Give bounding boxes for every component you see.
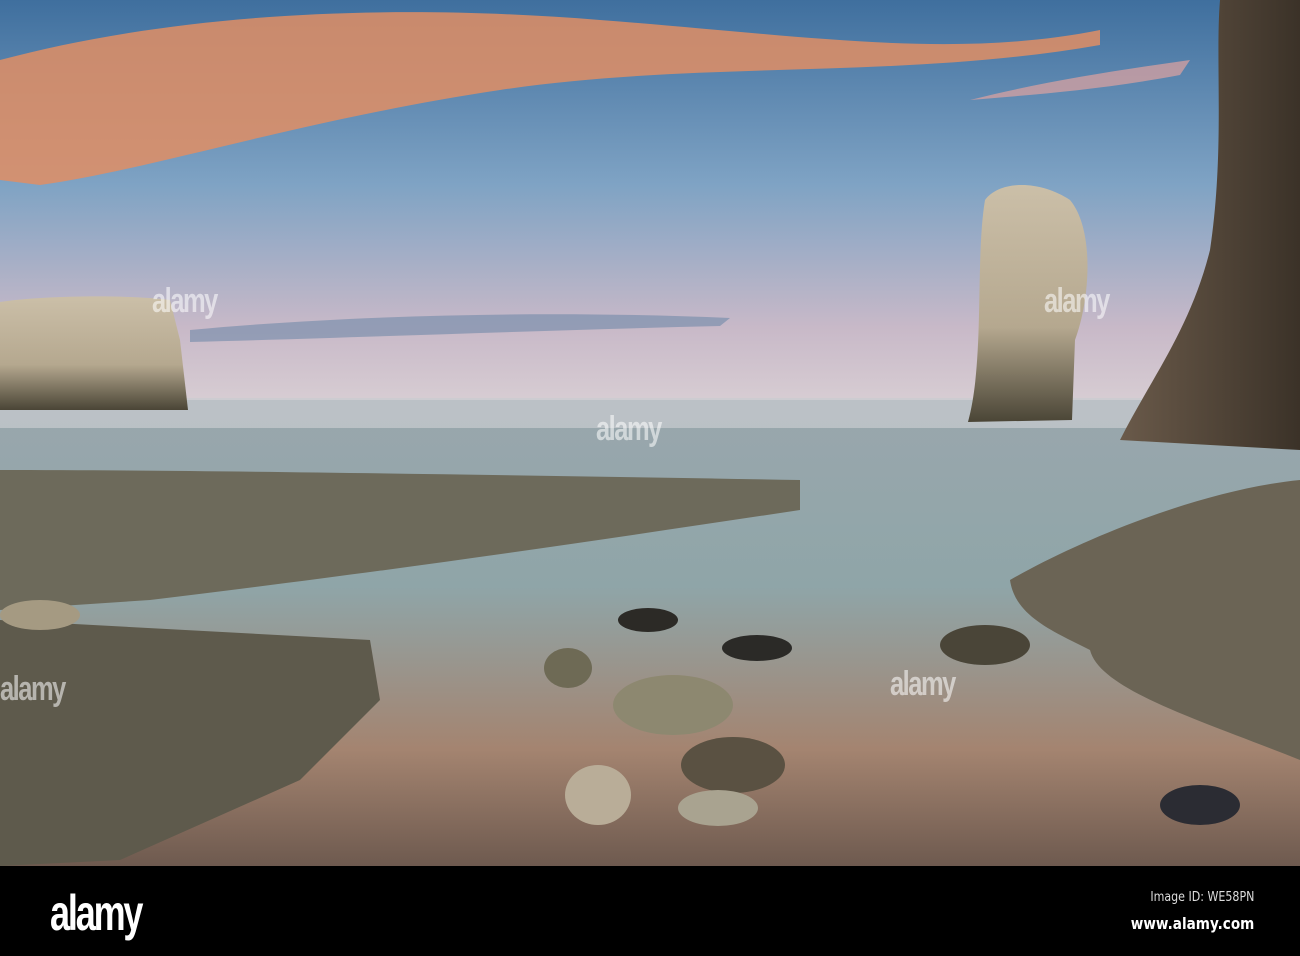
footer-bar: alamy Image ID: WE58PN www.alamy.com	[0, 866, 1300, 956]
watermark: alamy	[596, 410, 662, 448]
image-id: Image ID: WE58PN	[1149, 890, 1254, 905]
watermark: alamy	[890, 665, 956, 703]
alamy-logo: alamy	[50, 885, 143, 941]
watermark: alamy	[1044, 282, 1110, 320]
photo-coastal-sea-stacks: alamy alamy alamy alamy alamy	[0, 0, 1300, 866]
watermark: alamy	[0, 670, 66, 708]
site-url: www.alamy.com	[1130, 914, 1254, 933]
watermark: alamy	[152, 282, 218, 320]
